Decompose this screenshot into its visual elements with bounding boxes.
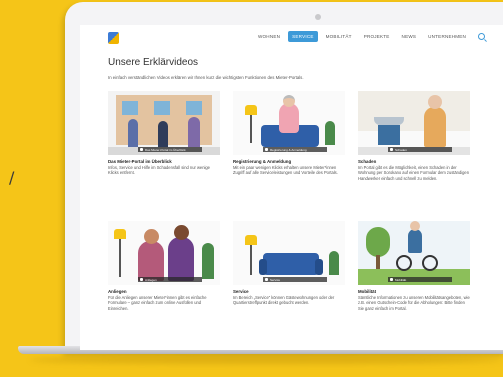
video-card[interactable]: Schaden Schaden Im Portal gibt es die Mö… [358,91,470,181]
page-title: Unsere Erklärvideos [108,57,199,68]
illustration-person [279,103,299,133]
card-text: Sämtliche Informationen zu unseren Mobil… [358,295,470,311]
illustration-head [144,229,159,244]
card-text: Im Bereich „Service“ können Gästewohnung… [233,295,335,306]
illustration-person [424,107,446,147]
video-thumbnail[interactable]: Registrierung & Anmeldung [233,91,345,155]
illustration-plant [325,121,335,145]
illustration-head [410,221,420,231]
illustration-sink [374,117,404,125]
illustration-window [154,101,170,115]
card-text: Im Portal gibt es die Möglichkeit, einen… [358,165,469,181]
card-title[interactable]: Service [233,289,345,294]
illustration-cabinet [378,125,400,145]
video-card[interactable]: Anliegen Anliegen Für die Anliegen unser… [108,221,220,311]
camera-icon [315,14,321,20]
illustration-lamp-pole [119,239,121,277]
video-caption: Das Mieter-Portal im Überblick [145,147,186,152]
card-text: Mit ein paar wenigen Klicks erhalten uns… [233,165,338,176]
nav-item-wohnen[interactable]: WOHNEN [254,31,284,42]
video-card[interactable]: Mobilität Mobilität Sämtliche Informatio… [358,221,470,311]
video-caption: Mobilität [395,277,407,282]
illustration-lamp [245,235,257,245]
video-thumbnail[interactable]: Schaden [358,91,470,155]
illustration-head [283,95,295,107]
illustration-head [428,95,442,109]
illustration-person [408,229,422,253]
illustration-plant [329,251,339,275]
illustration-person [188,117,200,149]
illustration-head [174,225,189,240]
card-title[interactable]: Schaden [358,159,470,164]
video-thumbnail[interactable]: Das Mieter-Portal im Überblick [108,91,220,155]
illustration-sofa-arm [259,259,267,275]
search-icon[interactable] [478,33,486,40]
illustration-lamp [245,105,257,115]
illustration-wheel [422,255,438,271]
video-caption: Anliegen [145,277,157,282]
site-header: WOHNEN SERVICE MOBILITÄT PROJEKTE NEWS U… [80,25,503,53]
illustration-lamp-pole [250,245,252,275]
illustration-plant [202,243,214,279]
illustration-window [122,101,138,115]
main-nav: WOHNEN SERVICE MOBILITÄT PROJEKTE NEWS U… [254,31,486,42]
video-thumbnail[interactable]: Anliegen [108,221,220,285]
play-icon[interactable] [390,148,393,151]
nav-item-mobilitaet[interactable]: MOBILITÄT [322,31,356,42]
video-card[interactable]: Registrierung & Anmeldung Registrierung … [233,91,345,176]
video-thumbnail[interactable]: Service [233,221,345,285]
card-title[interactable]: Das Mieter-Portal im Überblick [108,159,220,164]
video-caption: Schaden [395,147,407,152]
video-thumbnail[interactable]: Mobilität [358,221,470,285]
illustration-person [138,241,164,281]
nav-item-projekte[interactable]: PROJEKTE [360,31,394,42]
play-icon[interactable] [390,278,393,281]
card-title[interactable]: Registrierung & Anmeldung [233,159,345,164]
nav-item-news[interactable]: NEWS [398,31,421,42]
illustration-sofa-arm [315,259,323,275]
card-title[interactable]: Mobilität [358,289,470,294]
illustration-person [128,119,138,149]
video-caption-bar: Das Mieter-Portal im Überblick [138,147,202,152]
card-text: Infos, Service und Hilfe im Schadensfall… [108,165,210,176]
video-caption: Registrierung & Anmeldung [270,147,307,152]
video-card[interactable]: Service Service Im Bereich „Service“ kön… [233,221,345,306]
illustration-person [168,237,194,281]
illustration-person [158,121,168,149]
browser-screen: WOHNEN SERVICE MOBILITÄT PROJEKTE NEWS U… [80,25,503,350]
illustration-wheel [396,255,412,271]
video-caption: Service [270,277,281,282]
play-icon[interactable] [140,278,143,281]
video-caption-bar: Service [263,277,327,282]
video-caption-bar: Anliegen [138,277,202,282]
laptop-shadow [30,356,503,364]
page-intro: In einfach verständlichen Videos erkläre… [108,75,304,80]
logo[interactable] [108,32,119,44]
video-caption-bar: Mobilität [388,277,452,282]
play-icon[interactable] [140,148,143,151]
play-icon[interactable] [265,278,268,281]
card-title[interactable]: Anliegen [108,289,220,294]
video-card[interactable]: Das Mieter-Portal im Überblick Das Miete… [108,91,220,176]
decorative-slash: / [9,168,15,187]
card-text: Für die Anliegen unserer Mieter*innen gi… [108,295,207,311]
nav-item-unternehmen[interactable]: UNTERNEHMEN [424,31,470,42]
illustration-lamp-pole [250,115,252,143]
illustration-window [186,101,202,115]
illustration-lamp [114,229,126,239]
video-caption-bar: Registrierung & Anmeldung [263,147,327,152]
play-icon[interactable] [265,148,268,151]
nav-item-service[interactable]: SERVICE [288,31,318,42]
illustration-sofa [263,253,319,275]
video-caption-bar: Schaden [388,147,452,152]
illustration-wall [358,91,470,131]
illustration-tree [366,227,390,257]
